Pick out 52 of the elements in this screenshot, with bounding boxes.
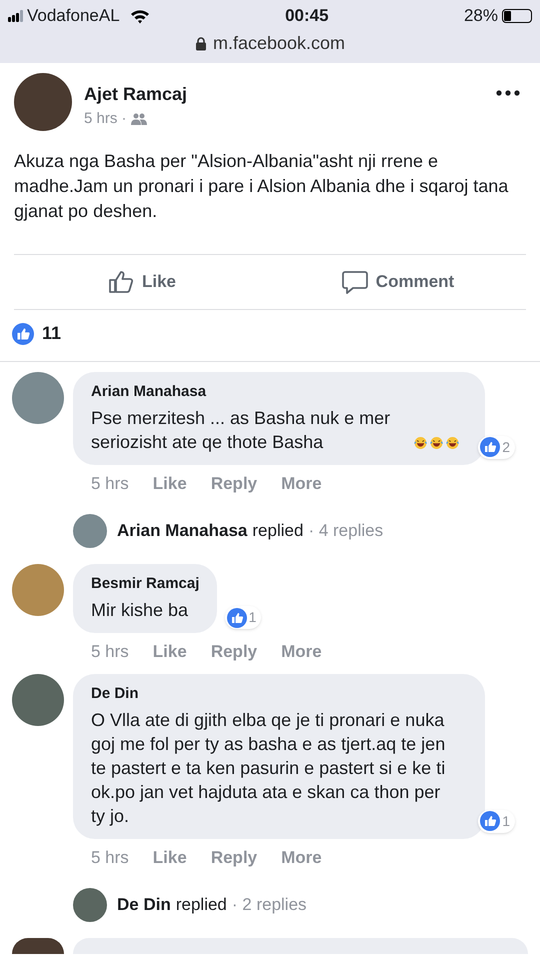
post-text: Akuza nga Basha per "Alsion-Albania"asht nji rrene e madhe.Jam un pronari i pare i Alsion Albania dhe i sqaroj tana gjanat po deshen.	[13, 150, 510, 223]
comment-action-link[interactable]: More	[281, 470, 322, 496]
comment-action-link[interactable]: Reply	[210, 470, 258, 496]
comment-action-link[interactable]: Like	[152, 844, 187, 870]
commenter-avatar	[12, 938, 64, 954]
comment-action-link[interactable]: Like	[152, 638, 187, 664]
comment-action-link[interactable]: Reply	[210, 638, 258, 664]
comment-action-link[interactable]: Like	[152, 470, 187, 496]
like-count: 2	[502, 438, 511, 456]
reply-avatar	[73, 514, 107, 548]
reply-count-link[interactable]: · 4 replies	[308, 518, 384, 544]
battery-icon	[502, 9, 532, 23]
reaction-count[interactable]: 11	[42, 320, 62, 347]
thumbs-up-icon	[108, 270, 134, 294]
comment-action-link[interactable]: More	[281, 638, 322, 664]
like-reaction-icon	[12, 322, 34, 344]
comment-button[interactable]: Comment	[270, 269, 526, 295]
comment-text: Pse merzitesh ... as Basha nuk e mer seriozisht ate qe thote Basha	[91, 406, 392, 454]
reply-avatar	[73, 888, 107, 922]
comment-text: Mir kishe ba	[91, 598, 188, 622]
comment-text: O Vlla ate di gjith elba qe je ti pronari e nuka goj me fol per ty as basha e as tjert.aq te jen te pastert e ta ken pasurin e pastert si e ke ti ok.po jan vet hajduta ata e skan ca thon per ty jo.	[91, 708, 446, 828]
wifi-icon	[130, 8, 150, 24]
replier-name[interactable]: De Din	[117, 892, 171, 918]
commenter-name[interactable]: De Din	[91, 683, 467, 706]
speech-bubble-icon	[342, 270, 368, 294]
author-name[interactable]: Ajet Ramcaj	[84, 81, 496, 108]
url-text: m.facebook.com	[212, 32, 346, 55]
like-button[interactable]: Like	[14, 269, 270, 295]
replied-label: replied	[252, 520, 304, 542]
comment-time: 5 hrs	[91, 846, 129, 868]
post-time: 5 hrs ·	[84, 109, 127, 129]
carrier-name: VodafoneAL	[27, 5, 120, 28]
like-count: 1	[502, 812, 511, 830]
reply-count-link[interactable]: · 2 replies	[232, 892, 307, 918]
like-count: 1	[248, 608, 258, 627]
comment-action-link[interactable]: Reply	[210, 844, 258, 870]
friends-icon	[130, 113, 147, 126]
comment-time: 5 hrs	[91, 472, 129, 494]
comment-time: 5 hrs	[91, 640, 129, 662]
commenter-name[interactable]: Arian Manahasa	[91, 381, 467, 404]
signal-icon	[8, 10, 23, 22]
commenter-avatar	[12, 372, 64, 424]
clock-time: 00:45	[285, 5, 329, 28]
comment-action-link[interactable]: More	[281, 844, 322, 870]
commenter-name[interactable]: Besmir Ramcaj	[91, 573, 200, 596]
replied-label: replied	[176, 894, 227, 916]
more-options-icon[interactable]	[496, 89, 520, 97]
lock-icon	[194, 36, 207, 51]
replier-name[interactable]: Arian Manahasa	[117, 518, 248, 544]
commenter-avatar	[12, 564, 64, 616]
battery-percent: 28%	[464, 5, 498, 28]
commenter-avatar	[12, 674, 64, 726]
